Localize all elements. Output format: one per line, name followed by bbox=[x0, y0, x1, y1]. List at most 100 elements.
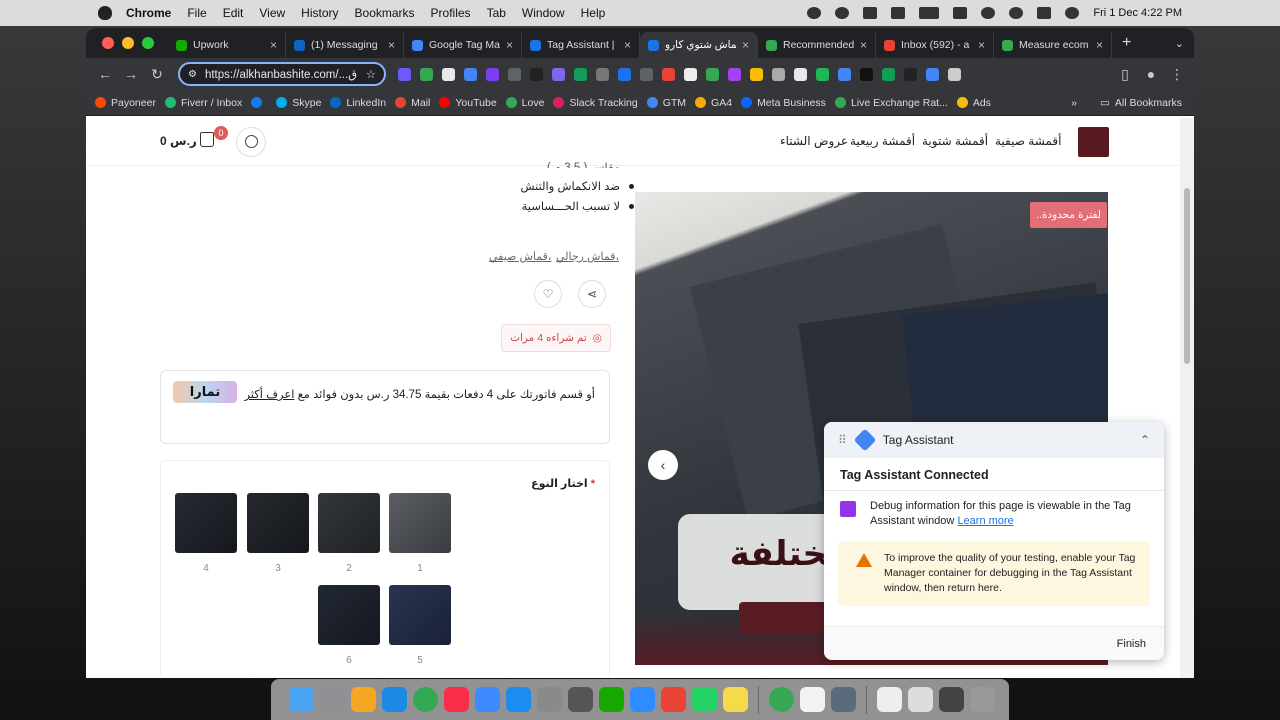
extension-icon[interactable] bbox=[486, 67, 499, 81]
gmail-app-icon[interactable] bbox=[661, 687, 686, 712]
nav-winter-offers[interactable]: عروض الشتاء bbox=[780, 134, 848, 148]
account-icon[interactable] bbox=[236, 127, 266, 157]
address-url[interactable]: https://alkhanbashite.com/...ق bbox=[205, 67, 358, 81]
variant-swatch-1[interactable] bbox=[389, 493, 451, 553]
site-logo[interactable] bbox=[1078, 127, 1109, 157]
extension-icon[interactable] bbox=[794, 67, 807, 81]
address-bar[interactable]: ⚙ https://alkhanbashite.com/...ق ☆ bbox=[178, 62, 386, 86]
close-tab-icon[interactable]: × bbox=[388, 38, 395, 52]
app-store-icon[interactable] bbox=[506, 687, 531, 712]
tamara-learn-more-link[interactable]: اعرف أكثر bbox=[244, 389, 294, 401]
system-settings-icon[interactable] bbox=[537, 687, 562, 712]
variant-swatch-4[interactable] bbox=[175, 493, 237, 553]
menu-help[interactable]: Help bbox=[581, 6, 606, 20]
music-icon[interactable] bbox=[444, 687, 469, 712]
launchpad-icon[interactable] bbox=[320, 687, 345, 712]
variant-swatch-5[interactable] bbox=[389, 585, 451, 645]
learn-more-link[interactable]: Learn more bbox=[957, 515, 1013, 527]
quicktime-icon[interactable] bbox=[568, 687, 593, 712]
menu-app-name[interactable]: Chrome bbox=[126, 6, 171, 20]
close-tab-icon[interactable]: × bbox=[978, 38, 985, 52]
extension-icon[interactable] bbox=[662, 67, 675, 81]
bookmark-item[interactable]: GA4 bbox=[695, 97, 732, 109]
battery-icon[interactable] bbox=[919, 7, 940, 19]
bookmark-item[interactable]: Love bbox=[505, 97, 544, 109]
extension-icon[interactable] bbox=[640, 67, 653, 81]
upwork-app-icon[interactable] bbox=[599, 687, 624, 712]
apple-icon[interactable] bbox=[98, 6, 112, 20]
extension-icon[interactable] bbox=[816, 67, 829, 81]
screenshot-folder-icon[interactable] bbox=[939, 687, 964, 712]
site-info-icon[interactable]: ⚙ bbox=[188, 69, 197, 80]
tag-link-summer-fabric[interactable]: قماش صيفي، bbox=[489, 250, 551, 263]
back-icon[interactable]: ← bbox=[98, 66, 112, 82]
finish-button[interactable]: Finish bbox=[1117, 638, 1146, 650]
extension-icon[interactable] bbox=[420, 67, 433, 81]
extension-icon[interactable] bbox=[530, 67, 543, 81]
extension-icon[interactable] bbox=[948, 67, 961, 81]
keynote-icon[interactable] bbox=[475, 687, 500, 712]
close-tab-icon[interactable]: × bbox=[624, 38, 631, 52]
zoom-icon[interactable] bbox=[630, 687, 655, 712]
textedit-icon[interactable] bbox=[800, 687, 825, 712]
extension-icon[interactable] bbox=[508, 67, 521, 81]
bookmark-item[interactable]: Fiverr / Inbox bbox=[164, 97, 242, 109]
extension-icon[interactable] bbox=[552, 67, 565, 81]
browser-tab[interactable]: Tag Assistant | × bbox=[522, 32, 640, 58]
share-button[interactable]: ⋖ bbox=[578, 280, 606, 308]
chrome-menu-icon[interactable]: ⋮ bbox=[1170, 66, 1184, 83]
browser-tab[interactable]: Recommended × bbox=[758, 32, 876, 58]
menu-profiles[interactable]: Profiles bbox=[431, 6, 471, 20]
cart-icon[interactable] bbox=[200, 132, 214, 147]
bookmark-item[interactable] bbox=[251, 97, 267, 108]
close-window-button[interactable] bbox=[102, 37, 114, 49]
document-icon[interactable] bbox=[908, 687, 933, 712]
extension-icon[interactable] bbox=[442, 67, 455, 81]
volume-icon[interactable] bbox=[891, 7, 906, 19]
bookmark-item[interactable]: GTM bbox=[646, 97, 686, 109]
zoom-window-button[interactable] bbox=[142, 37, 154, 49]
extension-icon[interactable] bbox=[398, 67, 411, 81]
tag-assistant-header[interactable]: ⠿ Tag Assistant ⌃ bbox=[824, 422, 1164, 458]
nav-spring-fabrics[interactable]: أقمشة ربيعية bbox=[850, 134, 915, 148]
photos-icon[interactable] bbox=[351, 687, 376, 712]
menu-history[interactable]: History bbox=[301, 6, 338, 20]
extension-icon[interactable] bbox=[464, 67, 477, 81]
extension-icon[interactable] bbox=[684, 67, 697, 81]
variant-swatch-2[interactable] bbox=[318, 493, 380, 553]
close-tab-icon[interactable]: × bbox=[1096, 38, 1103, 52]
finder-icon[interactable] bbox=[289, 687, 314, 712]
browser-tab[interactable]: (1) Messaging × bbox=[286, 32, 404, 58]
bookmark-item[interactable]: YouTube bbox=[439, 97, 497, 109]
menubar-clock[interactable]: Fri 1 Dec 4:22 PM bbox=[1093, 7, 1182, 19]
bookmark-item[interactable]: Ads bbox=[956, 97, 991, 109]
browser-tab[interactable]: Google Tag Ma × bbox=[404, 32, 522, 58]
chrome-icon[interactable] bbox=[413, 687, 438, 712]
bookmark-item[interactable]: Payoneer bbox=[95, 97, 156, 109]
variant-swatch-6[interactable] bbox=[318, 585, 380, 645]
forward-icon[interactable]: → bbox=[124, 66, 138, 82]
extension-icon[interactable] bbox=[596, 67, 609, 81]
drag-handle-icon[interactable]: ⠿ bbox=[838, 433, 847, 447]
bookmark-item[interactable]: Live Exchange Rat... bbox=[834, 97, 948, 109]
close-tab-icon[interactable]: × bbox=[270, 38, 277, 52]
chrome-icon[interactable] bbox=[769, 687, 794, 712]
browser-tab[interactable]: قماش شتوي كارو × bbox=[640, 32, 758, 58]
bookmark-star-icon[interactable]: ☆ bbox=[366, 67, 376, 81]
close-tab-icon[interactable]: × bbox=[742, 38, 749, 52]
trash-icon[interactable] bbox=[970, 687, 995, 712]
safari-icon[interactable] bbox=[382, 687, 407, 712]
extension-icon[interactable] bbox=[750, 67, 763, 81]
close-tab-icon[interactable]: × bbox=[506, 38, 513, 52]
bookmark-item[interactable]: Skype bbox=[276, 97, 321, 109]
close-tab-icon[interactable]: × bbox=[860, 38, 867, 52]
minimize-window-button[interactable] bbox=[122, 37, 134, 49]
record-icon[interactable] bbox=[807, 7, 822, 19]
page-scrollbar[interactable] bbox=[1180, 118, 1194, 678]
reload-icon[interactable]: ↻ bbox=[150, 66, 164, 83]
browser-tab[interactable]: Inbox (592) - a × bbox=[876, 32, 994, 58]
extension-icon[interactable] bbox=[728, 67, 741, 81]
wishlist-button[interactable]: ♡ bbox=[534, 280, 562, 308]
tab-search-icon[interactable]: ⌄ bbox=[1175, 37, 1184, 50]
extension-icon[interactable] bbox=[574, 67, 587, 81]
